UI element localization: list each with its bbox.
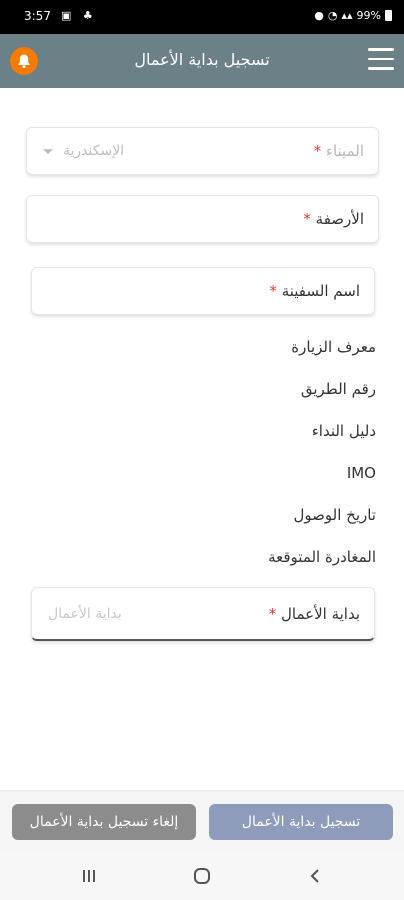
wifi-icon: ◔ bbox=[327, 9, 338, 22]
home-icon[interactable] bbox=[190, 864, 214, 888]
app-bar: تسجيل بداية الأعمال bbox=[0, 34, 404, 88]
cancel-registration-button[interactable]: إلغاء تسجيل بداية الأعمال bbox=[12, 804, 196, 840]
port-required-mark: * bbox=[313, 142, 322, 160]
system-nav-bar bbox=[0, 852, 404, 900]
location-icon: ● bbox=[314, 9, 324, 22]
status-bar: 3:57 ▣ ♣ ● ◔ ▴▴ 99% bbox=[0, 0, 404, 34]
signal-icon: ▴▴ bbox=[341, 9, 353, 22]
ship-name-required-mark: * bbox=[269, 282, 277, 300]
arrival-date-label: تاريخ الوصول bbox=[293, 506, 377, 524]
page-title: تسجيل بداية الأعمال bbox=[134, 50, 270, 69]
work-start-placeholder: بداية الأعمال bbox=[48, 605, 122, 622]
port-label: الميناء * bbox=[314, 142, 364, 160]
footer-bar: إلغاء تسجيل بداية الأعمال تسجيل بداية ال… bbox=[0, 790, 404, 852]
recents-icon[interactable] bbox=[77, 864, 101, 888]
port-value: الإسكندرية bbox=[63, 143, 125, 159]
berth-field[interactable]: الأرصفة * bbox=[26, 195, 379, 243]
back-icon[interactable] bbox=[303, 864, 327, 888]
call-sign-label: دليل النداء bbox=[311, 422, 376, 440]
port-label-text: الميناء bbox=[325, 142, 364, 160]
ship-name-label: اسم السفينة * bbox=[269, 282, 360, 300]
ship-name-field[interactable]: اسم السفينة * bbox=[31, 267, 375, 315]
work-start-label: بداية الأعمال * bbox=[269, 605, 360, 623]
dropdown-caret-icon bbox=[43, 149, 53, 155]
register-button[interactable]: تسجيل بداية الأعمال bbox=[209, 804, 393, 840]
status-right: ● ◔ ▴▴ 99% bbox=[314, 9, 392, 22]
menu-icon[interactable] bbox=[368, 48, 394, 72]
berth-required-mark: * bbox=[303, 210, 311, 228]
visit-id-label: معرف الزيارة bbox=[291, 338, 376, 356]
battery-icon bbox=[385, 10, 392, 21]
work-start-required-mark: * bbox=[268, 604, 277, 623]
status-time: 3:57 bbox=[24, 9, 51, 23]
expected-departure-label: المغادرة المتوقعة bbox=[268, 548, 376, 566]
route-number-label: رقم الطريق bbox=[300, 380, 376, 398]
berth-label-text: الأرصفة bbox=[315, 210, 364, 228]
battery-percent: 99% bbox=[356, 9, 381, 22]
ship-name-label-text: اسم السفينة bbox=[281, 282, 360, 300]
notification-icons: ▣ ♣ bbox=[61, 9, 97, 22]
work-start-field[interactable]: بداية الأعمال * بداية الأعمال bbox=[31, 587, 375, 641]
berth-label: الأرصفة * bbox=[303, 210, 364, 228]
port-dropdown[interactable]: الميناء * الإسكندرية bbox=[26, 127, 379, 175]
imo-label: IMO bbox=[346, 464, 376, 482]
work-start-label-text: بداية الأعمال bbox=[280, 604, 360, 623]
